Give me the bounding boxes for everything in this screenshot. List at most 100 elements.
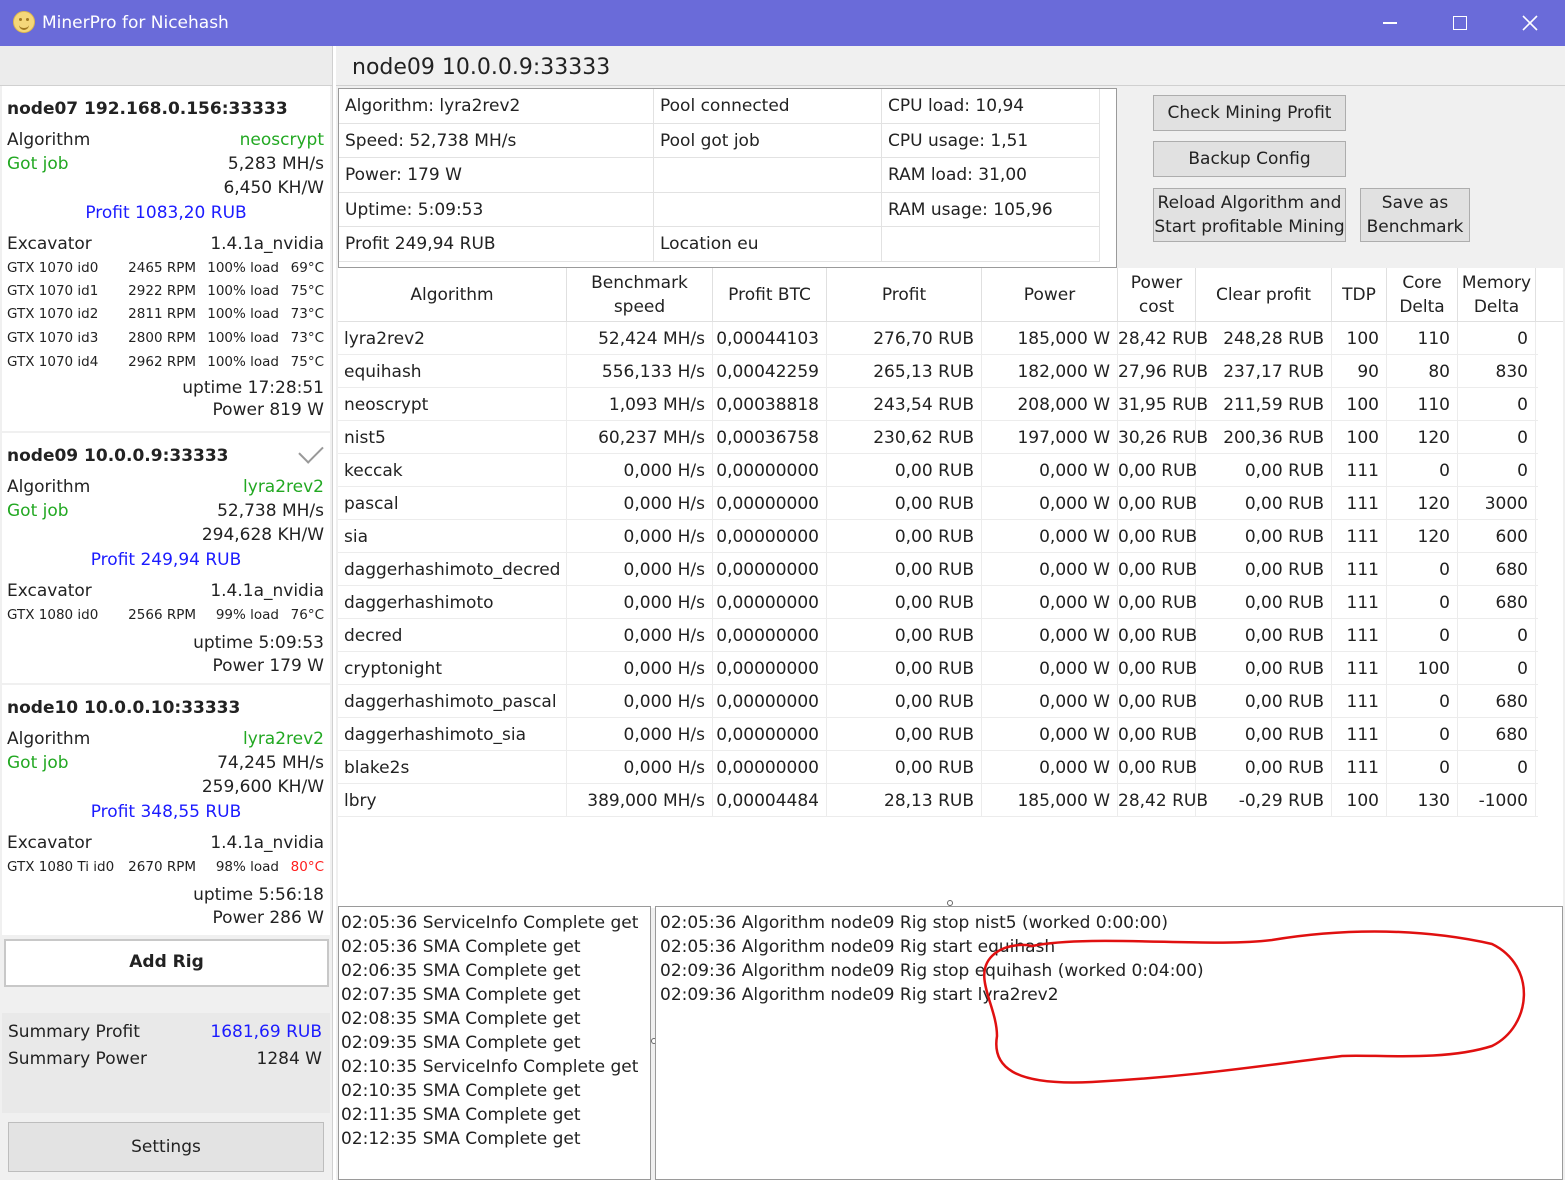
window-title: MinerPro for Nicehash xyxy=(42,13,229,33)
rig-status: Got job xyxy=(7,753,69,773)
table-cell: 0,00000000 xyxy=(713,487,827,520)
column-header[interactable]: Algorithm xyxy=(338,268,567,322)
table-cell: 111 xyxy=(1332,619,1387,652)
table-cell: 680 xyxy=(1458,718,1536,751)
table-cell: 27,96 RUB xyxy=(1118,355,1208,388)
gpu-rpm: 2566 RPM xyxy=(128,607,196,623)
column-header[interactable]: Clear profit xyxy=(1196,268,1332,322)
table-cell: 211,59 RUB xyxy=(1196,388,1332,421)
rig-card-node09[interactable]: node09 10.0.0.9:33333 Algorithm lyra2rev2… xyxy=(2,433,330,683)
rig-efficiency: 259,600 KH/W xyxy=(201,777,324,797)
table-cell: 0,00 RUB xyxy=(1196,586,1332,619)
minimize-button[interactable] xyxy=(1355,0,1425,46)
table-cell: 28,42 RUB xyxy=(1118,784,1208,817)
table-cell: 0,00 RUB xyxy=(1118,553,1197,586)
rig-algorithm: neoscrypt xyxy=(239,130,324,150)
gpu-load: 100% load xyxy=(207,330,279,346)
check-mining-profit-button[interactable]: Check Mining Profit xyxy=(1153,95,1346,131)
table-row[interactable]: lyra2rev2 52,424 MH/s 0,00044103 276,70 RUB… xyxy=(338,322,1538,355)
table-cell: 0,000 W xyxy=(982,685,1118,718)
gpu-temp: 75°C xyxy=(290,354,324,370)
table-row[interactable]: daggerhashimoto_decred 0,000 H/s 0,0000000… xyxy=(338,553,1538,586)
table-row[interactable]: decred 0,000 H/s 0,00000000 0,00 RUB 0,000 W… xyxy=(338,619,1538,652)
table-cell: 0 xyxy=(1458,652,1536,685)
log-entry: 02:12:35 SMA Complete get xyxy=(341,1129,581,1149)
rig-title: node07 192.168.0.156:33333 xyxy=(7,99,288,119)
table-cell: 28,42 RUB xyxy=(1118,322,1208,355)
close-button[interactable] xyxy=(1495,0,1565,46)
log-entry: 02:07:35 SMA Complete get xyxy=(341,985,581,1005)
table-cell: 0,00004484 xyxy=(713,784,827,817)
table-row[interactable]: neoscrypt 1,093 MH/s 0,00038818 243,54 RUB 2… xyxy=(338,388,1538,421)
excavator-label: Excavator xyxy=(7,581,92,601)
rig-power: Power 286 W xyxy=(212,908,324,928)
column-header[interactable]: Profit xyxy=(827,268,982,322)
table-cell: 185,000 W xyxy=(982,784,1118,817)
settings-button[interactable]: Settings xyxy=(8,1122,324,1172)
summary-profit-value: 1681,69 RUB xyxy=(210,1022,322,1042)
table-row[interactable]: pascal 0,000 H/s 0,00000000 0,00 RUB 0,000 W… xyxy=(338,487,1538,520)
column-header[interactable]: Profit BTC xyxy=(713,268,827,322)
algorithm-label: Algorithm xyxy=(7,729,91,749)
table-row[interactable]: daggerhashimoto 0,000 H/s 0,00000000 0,00 R… xyxy=(338,586,1538,619)
table-cell: 230,62 RUB xyxy=(827,421,982,454)
table-cell: cryptonight xyxy=(338,652,567,685)
column-header-text: Profit xyxy=(881,285,927,305)
table-cell: 100 xyxy=(1387,652,1458,685)
backup-config-button[interactable]: Backup Config xyxy=(1153,141,1346,177)
excavator-label: Excavator xyxy=(7,833,92,853)
column-header[interactable]: TDP xyxy=(1332,268,1387,322)
table-cell: 130 xyxy=(1387,784,1458,817)
log-entry: 02:09:36 Algorithm node09 Rig stop equih… xyxy=(660,961,1204,981)
table-cell: 0,00 RUB xyxy=(1118,685,1197,718)
gpu-row: GTX 1070 id2 2811 RPM 100% load 73°C xyxy=(7,306,324,328)
table-cell: 0,00 RUB xyxy=(827,586,982,619)
button-label: Reload Algorithm and Start profitable Min… xyxy=(1154,191,1344,239)
summary-panel: Summary Profit 1681,69 RUB Summary Power 1… xyxy=(2,1013,330,1113)
column-header[interactable]: Power xyxy=(982,268,1118,322)
log-entry: 02:05:36 ServiceInfo Complete get xyxy=(341,913,639,933)
gpu-name: GTX 1070 id3 xyxy=(7,330,99,346)
button-label-line: Benchmark xyxy=(1366,217,1464,237)
table-cell: 0,00 RUB xyxy=(1118,652,1197,685)
table-row[interactable]: lbry 389,000 MH/s 0,00004484 28,13 RUB 185,0… xyxy=(338,784,1538,817)
table-row[interactable]: daggerhashimoto_pascal 0,000 H/s 0,0000000… xyxy=(338,685,1538,718)
column-header-label: TDP xyxy=(1342,283,1376,307)
table-row[interactable]: blake2s 0,000 H/s 0,00000000 0,00 RUB 0,000 … xyxy=(338,751,1538,784)
table-cell: 0,00044103 xyxy=(713,322,827,355)
excavator-version: 1.4.1a_nvidia xyxy=(210,581,324,601)
save-benchmark-button[interactable]: Save as Benchmark xyxy=(1360,188,1470,242)
rig-card-node07[interactable]: node07 192.168.0.156:33333 Algorithm neos… xyxy=(2,86,330,431)
table-row[interactable]: cryptonight 0,000 H/s 0,00000000 0,00 RUB 0,… xyxy=(338,652,1538,685)
gpu-load: 100% load xyxy=(207,354,279,370)
table-row[interactable]: daggerhashimoto_sia 0,000 H/s 0,00000000 0,… xyxy=(338,718,1538,751)
summary-power-label: Summary Power xyxy=(8,1049,147,1069)
log-entry: 02:10:35 ServiceInfo Complete get xyxy=(341,1057,639,1077)
gpu-load: 98% load xyxy=(215,859,279,875)
rig-card-node10[interactable]: node10 10.0.0.10:33333 Algorithm lyra2rev… xyxy=(2,685,330,935)
reload-algorithm-button[interactable]: Reload Algorithm and Start profitable Min… xyxy=(1153,188,1346,242)
table-row[interactable]: nist5 60,237 MH/s 0,00036758 230,62 RUB 197,… xyxy=(338,421,1538,454)
column-header[interactable]: Benchmark speed xyxy=(567,268,713,322)
column-header-label: Profit xyxy=(882,283,926,307)
gpu-name: GTX 1080 id0 xyxy=(7,607,99,623)
table-cell: 200,36 RUB xyxy=(1196,421,1332,454)
column-header[interactable]: Power cost xyxy=(1118,268,1196,322)
table-cell: 30,26 RUB xyxy=(1118,421,1208,454)
gpu-temp: 73°C xyxy=(290,306,324,322)
table-cell: 0,00000000 xyxy=(713,520,827,553)
table-row[interactable]: sia 0,000 H/s 0,00000000 0,00 RUB 0,000 W 0,0… xyxy=(338,520,1538,553)
column-header[interactable]: Core Delta xyxy=(1387,268,1458,322)
log-entry: 02:06:35 SMA Complete get xyxy=(341,961,581,981)
table-row[interactable]: keccak 0,000 H/s 0,00000000 0,00 RUB 0,000 W… xyxy=(338,454,1538,487)
gpu-rpm: 2670 RPM xyxy=(128,859,196,875)
log-entry: 02:05:36 SMA Complete get xyxy=(341,937,581,957)
log-entry: 02:05:36 Algorithm node09 Rig start equi… xyxy=(660,937,1056,957)
table-row[interactable]: equihash 556,133 H/s 0,00042259 265,13 RUB 1… xyxy=(338,355,1538,388)
rig-speed: 5,283 MH/s xyxy=(227,154,324,174)
column-header[interactable]: Memory Delta xyxy=(1458,268,1536,322)
add-rig-button[interactable]: Add Rig xyxy=(4,939,329,987)
maximize-button[interactable] xyxy=(1425,0,1495,46)
node-info-cell: Profit 249,94 RUB xyxy=(339,227,654,262)
gpu-name: GTX 1070 id2 xyxy=(7,306,99,322)
